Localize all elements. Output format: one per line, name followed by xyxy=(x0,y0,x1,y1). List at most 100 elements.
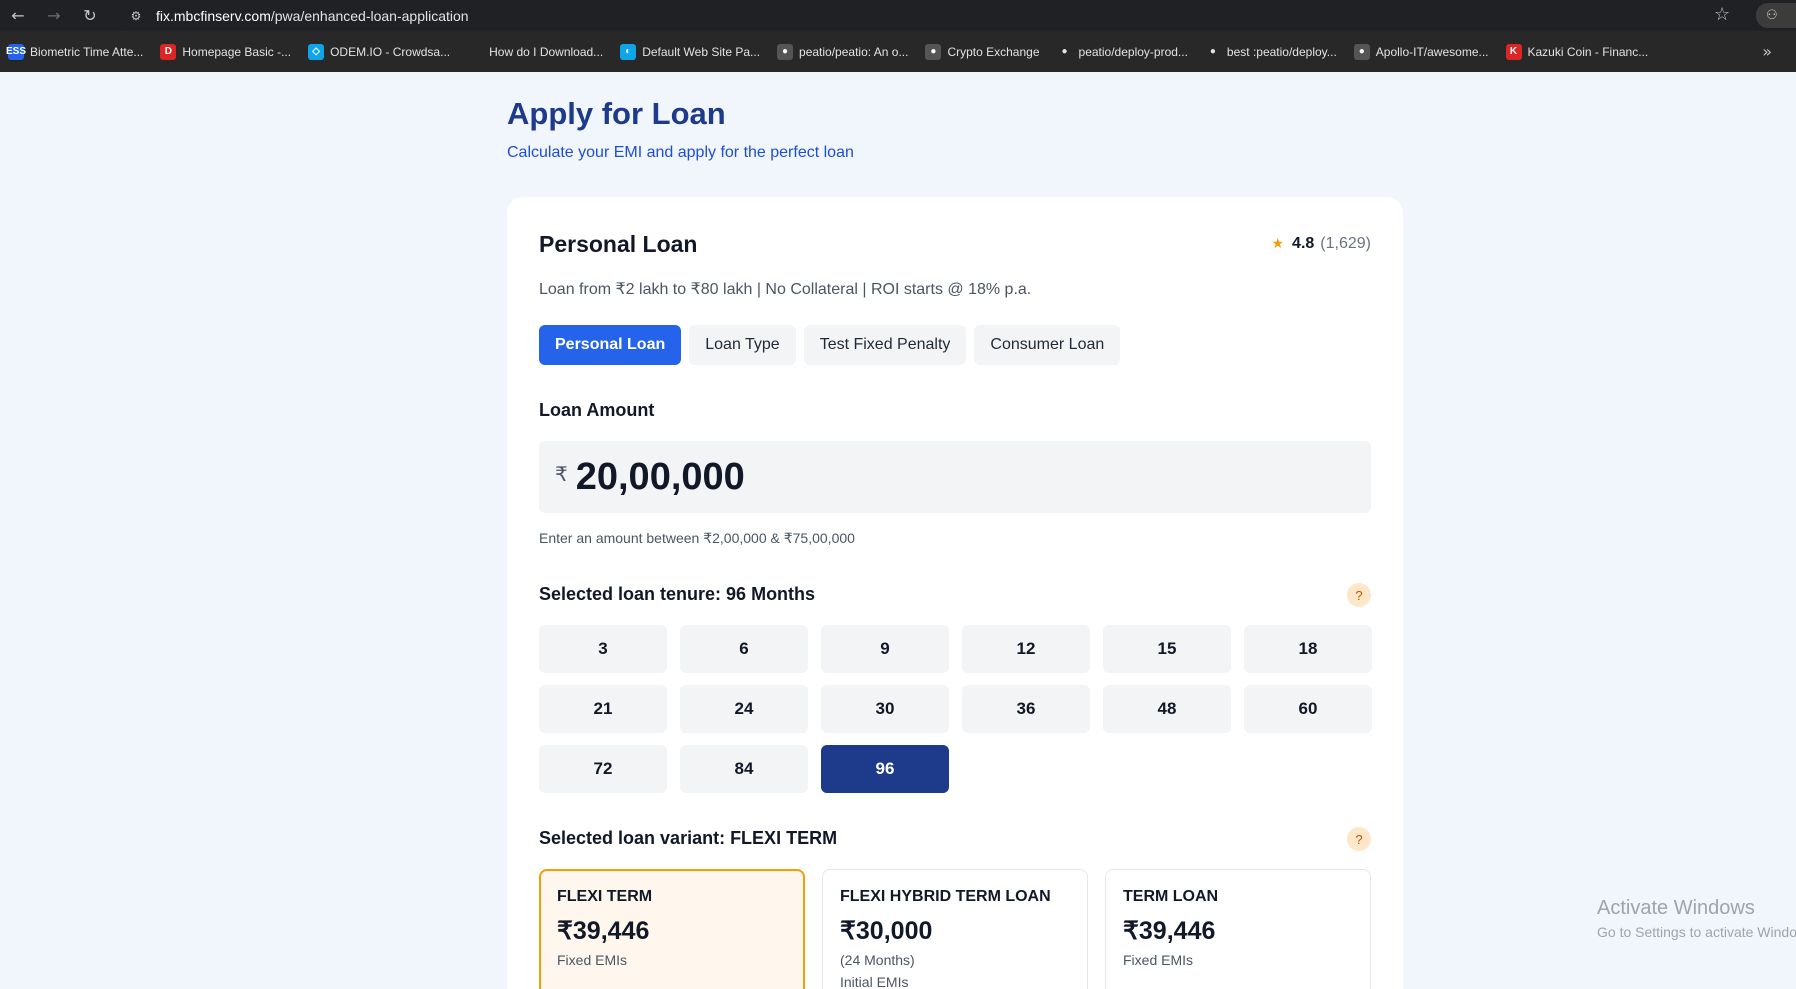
forward-arrow-icon[interactable]: → xyxy=(36,0,72,31)
loan-description: Loan from ₹2 lakh to ₹80 lakh | No Colla… xyxy=(539,281,1032,298)
variant-note: (24 Months) xyxy=(840,952,915,968)
variant-name: FLEXI HYBRID TERM LOAN xyxy=(840,888,1051,905)
bookmark-label: How do I Download... xyxy=(489,44,604,59)
bookmark-label: Crypto Exchange xyxy=(947,44,1040,59)
bookmark-item[interactable]: ● peatio/deploy-prod... xyxy=(1057,44,1188,60)
bookmark-favicon-icon: K xyxy=(1505,43,1522,60)
loan-amount-label: Loan Amount xyxy=(539,400,655,420)
watermark-title: Activate Windows xyxy=(1597,897,1755,919)
tenure-option-48[interactable]: 48 xyxy=(1103,685,1231,733)
tenure-option-30[interactable]: 30 xyxy=(821,685,949,733)
bookmark-label: Default Web Site Pa... xyxy=(642,44,761,59)
bookmark-label: Biometric Time Atte... xyxy=(30,44,144,59)
bookmark-favicon-icon: ● xyxy=(1209,46,1216,57)
tenure-option-9[interactable]: 9 xyxy=(821,625,949,673)
tab-loan-type[interactable]: Loan Type xyxy=(689,325,796,365)
tenure-option-3[interactable]: 3 xyxy=(539,625,667,673)
tenure-option-24[interactable]: 24 xyxy=(680,685,808,733)
loan-amount-input[interactable]: ₹ 20,00,000 xyxy=(539,441,1371,513)
tenure-help-icon[interactable]: ? xyxy=(1347,583,1371,607)
variant-note-secondary: Initial EMIs xyxy=(840,974,909,989)
bookmark-star-icon[interactable]: ☆ xyxy=(1714,4,1730,25)
variant-amount: ₹39,446 xyxy=(1123,917,1216,945)
bookmark-item[interactable]: ◇ ODEM.IO - Crowdsa... xyxy=(308,43,451,60)
amount-hint: Enter an amount between ₹2,00,000 & ₹75,… xyxy=(539,530,855,546)
bookmark-favicon-icon: D xyxy=(160,43,177,60)
tab-consumer-loan[interactable]: Consumer Loan xyxy=(974,325,1121,365)
review-count: (1,629) xyxy=(1320,235,1371,252)
rating: ★ 4.8 (1,629) xyxy=(1271,235,1371,253)
bookmark-favicon-icon: ESS xyxy=(6,43,26,60)
bookmark-favicon-icon: ◐ xyxy=(620,43,637,60)
tenure-label: Selected loan tenure: 96 Months xyxy=(539,584,816,604)
tenure-option-18[interactable]: 18 xyxy=(1244,625,1372,673)
bookmark-label: Apollo-IT/awesome... xyxy=(1375,44,1489,59)
variant-name: FLEXI TERM xyxy=(557,888,653,905)
bookmark-favicon-icon xyxy=(467,43,484,60)
loan-title: Personal Loan xyxy=(539,231,698,257)
tenure-option-21[interactable]: 21 xyxy=(539,685,667,733)
variant-amount: ₹30,000 xyxy=(840,917,933,945)
bookmark-favicon-icon: ● xyxy=(777,43,794,60)
activate-windows-watermark: Activate Windows Go to Settings to activ… xyxy=(1597,897,1796,940)
tenure-option-12[interactable]: 12 xyxy=(962,625,1090,673)
page-subtitle: Calculate your EMI and apply for the per… xyxy=(507,144,854,161)
more-bookmarks-icon[interactable]: » xyxy=(1762,42,1772,61)
tab-test-fixed-penalty[interactable]: Test Fixed Penalty xyxy=(803,325,967,365)
bookmark-label: Kazuki Coin - Financ... xyxy=(1527,44,1649,59)
bookmark-item[interactable]: How do I Download... xyxy=(467,43,604,60)
tenure-option-60[interactable]: 60 xyxy=(1244,685,1372,733)
tenure-option-36[interactable]: 36 xyxy=(962,685,1090,733)
bookmark-item[interactable]: ● Crypto Exchange xyxy=(925,43,1040,60)
variant-help-icon[interactable]: ? xyxy=(1347,827,1371,851)
bookmark-label: peatio/deploy-prod... xyxy=(1078,44,1188,59)
bookmark-label: best :peatio/deploy... xyxy=(1226,44,1337,59)
bookmark-item[interactable]: ESS Biometric Time Atte... xyxy=(6,43,144,60)
watermark-subtitle: Go to Settings to activate Windows. xyxy=(1597,924,1796,940)
tenure-option-15[interactable]: 15 xyxy=(1103,625,1231,673)
variant-card-term-loan[interactable]: TERM LOAN ₹39,446 Fixed EMIs xyxy=(1105,869,1371,989)
variant-note: Fixed EMIs xyxy=(557,952,628,968)
tenure-options: 3 6 9 12 15 18 21 24 30 36 48 60 72 84 96 xyxy=(539,625,1372,793)
url-text[interactable]: fix.mbcfinserv.com/pwa/enhanced-loan-app… xyxy=(156,8,469,24)
tenure-option-72[interactable]: 72 xyxy=(539,745,667,793)
page-title: Apply for Loan xyxy=(507,96,726,131)
bookmarks-bar: ESS Biometric Time Atte... D Homepage Basic… xyxy=(0,31,1796,72)
bookmark-item[interactable]: D Homepage Basic -... xyxy=(160,43,292,60)
bookmark-label: Homepage Basic -... xyxy=(182,44,292,59)
bookmark-favicon-icon: ● xyxy=(1061,46,1068,57)
browser-toolbar: ← → ↻ ⚙ fix.mbcfinserv.com/pwa/enhanced-… xyxy=(0,0,1796,31)
bookmark-label: ODEM.IO - Crowdsa... xyxy=(330,44,451,59)
bookmark-item[interactable]: ● best :peatio/deploy... xyxy=(1205,44,1337,60)
variant-options: FLEXI TERM ₹39,446 Fixed EMIs FLEXI HYBRID … xyxy=(539,869,1371,989)
rupee-icon: ₹ xyxy=(555,462,568,486)
tab-personal-loan[interactable]: Personal Loan xyxy=(539,325,682,365)
variant-label: Selected loan variant: FLEXI TERM xyxy=(539,828,838,848)
address-bar[interactable]: ⚙ fix.mbcfinserv.com/pwa/enhanced-loan-a… xyxy=(116,2,1714,29)
rating-value: 4.8 xyxy=(1292,235,1315,252)
variant-amount: ₹39,446 xyxy=(557,917,650,945)
tenure-option-6[interactable]: 6 xyxy=(680,625,808,673)
site-settings-icon[interactable]: ⚙ xyxy=(126,6,146,26)
variant-note: Fixed EMIs xyxy=(1123,952,1194,968)
bookmark-item[interactable]: ● Apollo-IT/awesome... xyxy=(1353,43,1489,60)
bookmark-favicon-icon: ● xyxy=(1353,43,1370,60)
variant-card-flexi-hybrid-term-loan[interactable]: FLEXI HYBRID TERM LOAN ₹30,000 (24 Months)… xyxy=(822,869,1088,989)
reload-icon[interactable]: ↻ xyxy=(72,0,108,31)
bookmark-favicon-icon: ● xyxy=(925,43,942,60)
back-arrow-icon[interactable]: ← xyxy=(0,0,36,31)
tenure-option-96[interactable]: 96 xyxy=(821,745,949,793)
star-icon: ★ xyxy=(1271,236,1285,252)
bookmark-item[interactable]: ● peatio/peatio: An o... xyxy=(777,43,909,60)
bookmark-item[interactable]: K Kazuki Coin - Financ... xyxy=(1505,43,1649,60)
loan-card: Personal Loan ★ 4.8 (1,629) Loan from ₹2… xyxy=(507,197,1403,989)
bookmark-item[interactable]: ◐ Default Web Site Pa... xyxy=(620,43,761,60)
variant-card-flexi-term[interactable]: FLEXI TERM ₹39,446 Fixed EMIs xyxy=(539,869,805,989)
tenure-option-84[interactable]: 84 xyxy=(680,745,808,793)
bookmark-label: peatio/peatio: An o... xyxy=(799,44,909,59)
variant-name: TERM LOAN xyxy=(1123,888,1219,905)
loan-amount-value[interactable]: 20,00,000 xyxy=(576,456,745,499)
extensions-icon[interactable]: ⚇ xyxy=(1756,3,1796,28)
loan-type-tabs: Personal Loan Loan Type Test Fixed Penalty… xyxy=(539,325,1128,365)
bookmark-favicon-icon: ◇ xyxy=(308,43,325,60)
